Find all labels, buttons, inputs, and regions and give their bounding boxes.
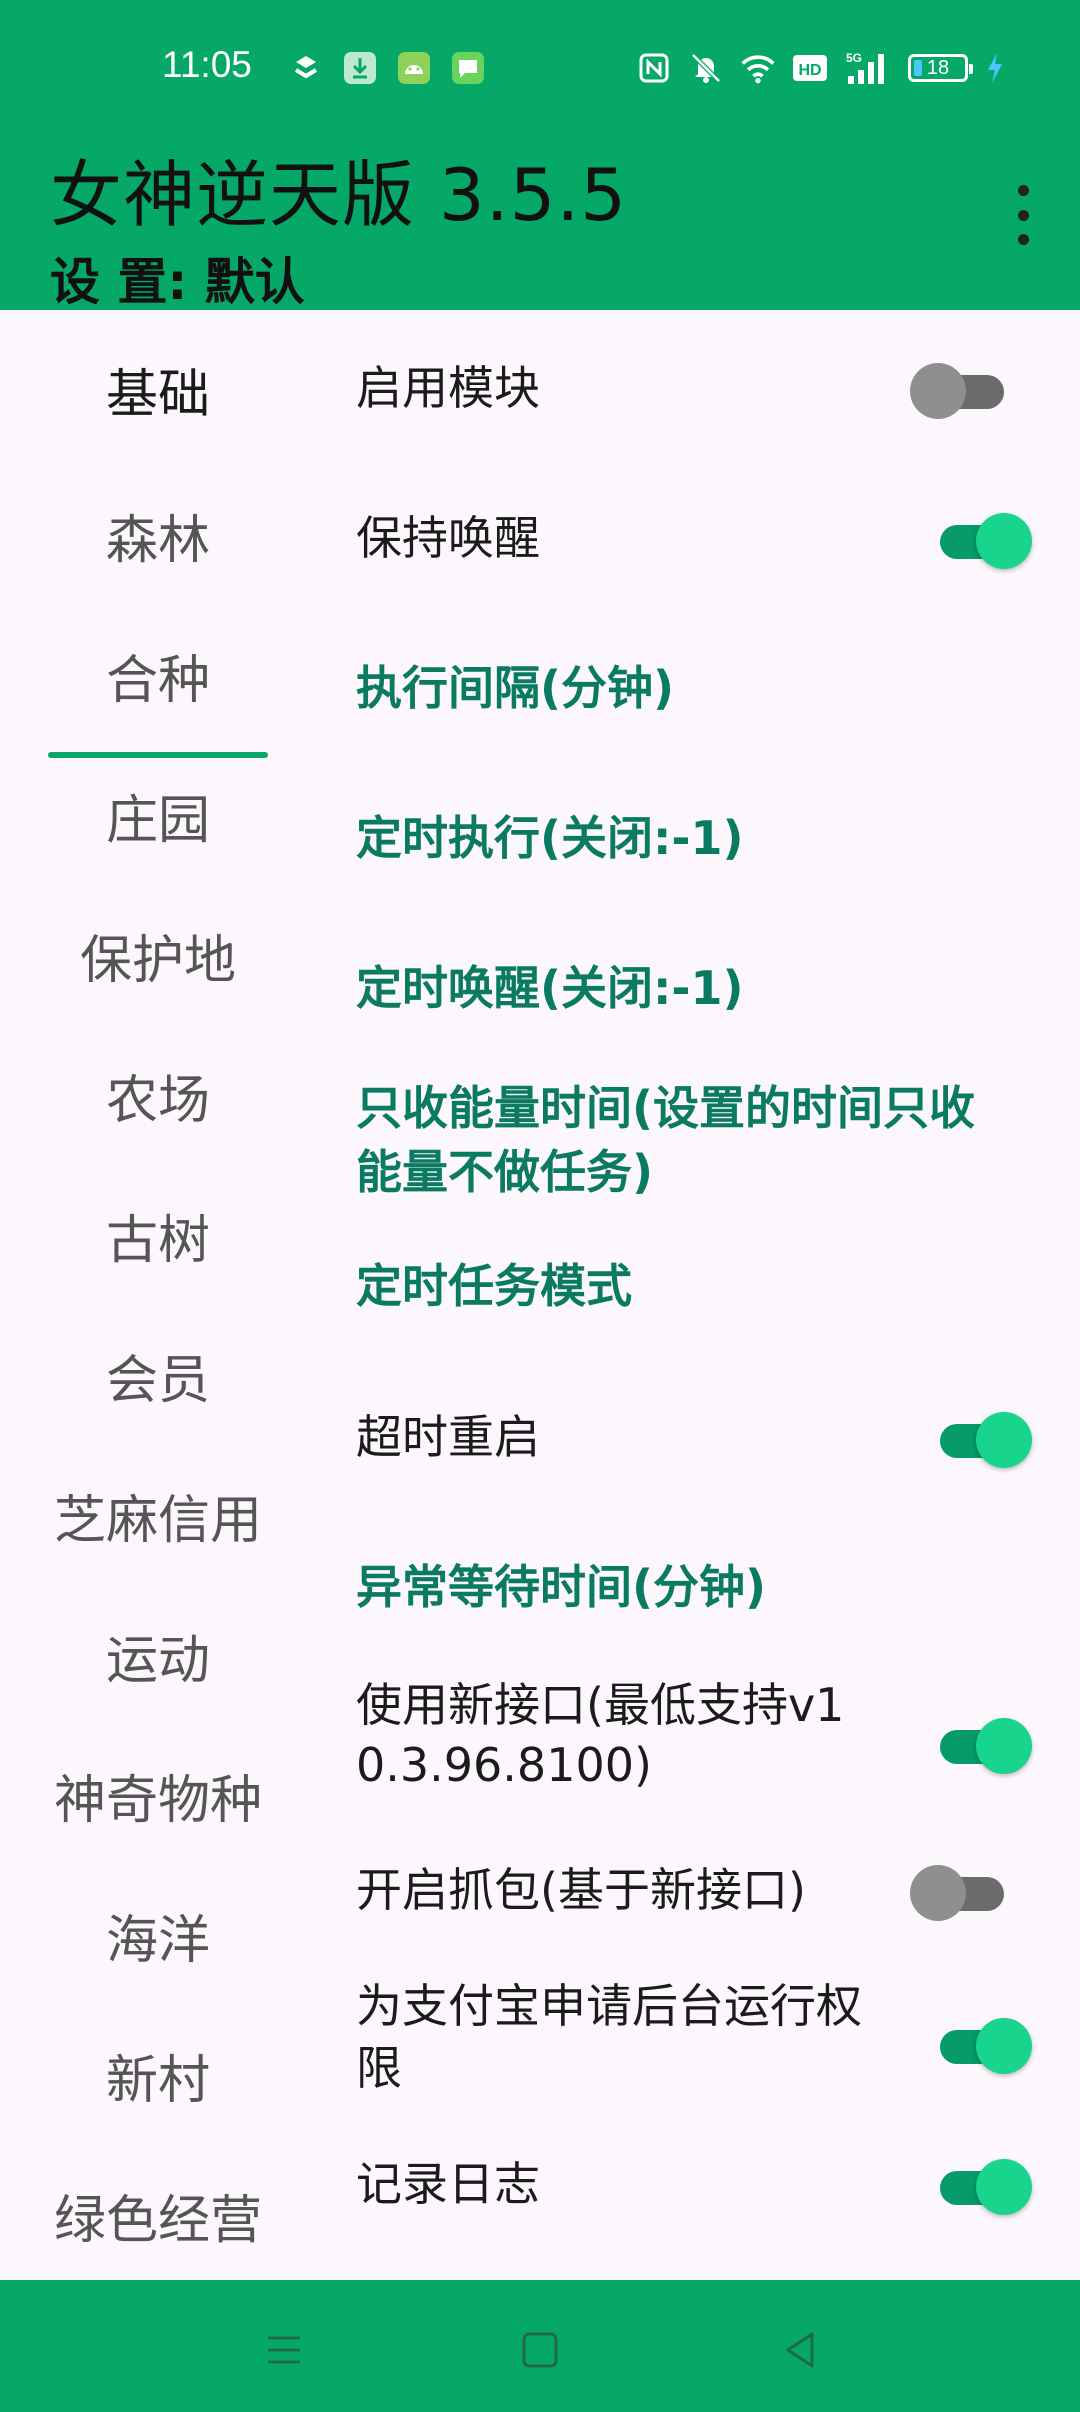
status-time: 11:05 (162, 44, 252, 85)
setting-label: 使用新接口(最低支持v10.3.96.8100) (356, 1678, 845, 1792)
tab-reserve[interactable]: 保护地 (0, 918, 316, 993)
battery-icon: 18 (908, 54, 973, 82)
setting-new-api[interactable]: 使用新接口(最低支持v10.3.96.8100) (356, 1675, 1036, 1815)
android-icon (396, 50, 432, 86)
home-icon[interactable] (510, 2320, 570, 2380)
app-title: 女神逆天版 3.5.5 (50, 153, 628, 237)
setting-packet-capture[interactable]: 开启抓包(基于新接口) (356, 1856, 1036, 1936)
more-vert-icon (1017, 185, 1029, 196)
back-icon[interactable] (770, 2320, 830, 2380)
wifi-icon (740, 50, 776, 86)
timeout-restart-toggle[interactable] (930, 1409, 1032, 1469)
setting-timeout-restart[interactable]: 超时重启 (356, 1403, 1036, 1483)
setting-record-log[interactable]: 记录日志 (356, 2150, 1036, 2230)
setting-error-wait-time[interactable]: 异常等待时间(分钟) (356, 1553, 1036, 1633)
tab-manor[interactable]: 庄园 (0, 778, 316, 853)
setting-label: 执行间隔(分钟) (356, 661, 675, 715)
screen: 11:05 HD 5G 18 女神逆天版 3.5.5 设 置: 默认 基础 森林… (0, 0, 1080, 2412)
setting-energy-only-time[interactable]: 只收能量时间(设置的时间只收能量不做任务) (356, 1076, 1036, 1216)
setting-label: 记录日志 (356, 2157, 540, 2211)
setting-scheduled-task-mode[interactable]: 定时任务模式 (356, 1252, 1036, 1332)
record-log-toggle[interactable] (930, 2156, 1032, 2216)
download-icon (342, 50, 378, 86)
setting-enable-module[interactable]: 启用模块 (356, 354, 1036, 434)
enable-module-toggle[interactable] (910, 360, 1010, 420)
setting-label: 保持唤醒 (356, 511, 540, 565)
message-icon (450, 50, 486, 86)
new-api-toggle[interactable] (930, 1715, 1032, 1775)
setting-scheduled-execution[interactable]: 定时执行(关闭:-1) (356, 804, 1036, 884)
tab-forest[interactable]: 森林 (0, 498, 316, 573)
setting-label: 只收能量时间(设置的时间只收能量不做任务) (356, 1081, 976, 1199)
app-header: 11:05 HD 5G 18 女神逆天版 3.5.5 设 置: 默认 (0, 0, 1080, 311)
app-subtitle: 设 置: 默认 (50, 253, 305, 311)
status-right-icons: HD 5G 18 (636, 50, 1006, 86)
packet-capture-toggle[interactable] (910, 1862, 1010, 1922)
nfc-icon (636, 50, 672, 86)
active-tab-indicator (48, 752, 268, 758)
setting-label: 开启抓包(基于新接口) (356, 1863, 806, 1917)
system-nav-bar (0, 2280, 1080, 2412)
charging-icon (984, 50, 1006, 86)
tab-member[interactable]: 会员 (0, 1338, 316, 1413)
setting-background-permission[interactable]: 为支付宝申请后台运行权限 (356, 1975, 1036, 2115)
setting-keep-awake[interactable]: 保持唤醒 (356, 504, 1036, 584)
mute-icon (688, 50, 724, 86)
category-sidebar: 基础 森林 合种 庄园 保护地 农场 古树 会员 芝麻信用 运动 神奇物种 海洋… (0, 310, 316, 2280)
hd-icon: HD (792, 50, 828, 86)
setting-label: 定时唤醒(关闭:-1) (356, 961, 744, 1015)
tab-sesame-credit[interactable]: 芝麻信用 (0, 1478, 316, 1553)
setting-label: 超时重启 (356, 1410, 540, 1464)
status-left-icons (288, 50, 486, 86)
settings-list: 启用模块 保持唤醒 执行间隔(分钟) 定时执行(关闭:-1) 定时唤醒(关闭:-… (356, 310, 1080, 2280)
setting-label: 为支付宝申请后台运行权限 (356, 1979, 862, 2095)
nfc-tag-icon (288, 50, 324, 86)
signal-5g-icon: 5G (844, 50, 892, 86)
tab-cooperative[interactable]: 合种 (0, 638, 316, 713)
status-bar: 11:05 HD 5G 18 (0, 0, 1080, 140)
tab-magic-species[interactable]: 神奇物种 (0, 1758, 316, 1833)
tab-ancient-tree[interactable]: 古树 (0, 1198, 316, 1273)
setting-label: 异常等待时间(分钟) (356, 1560, 767, 1614)
background-permission-toggle[interactable] (930, 2015, 1032, 2075)
battery-level: 18 (926, 56, 950, 79)
tab-farm[interactable]: 农场 (0, 1058, 316, 1133)
setting-scheduled-wakeup[interactable]: 定时唤醒(关闭:-1) (356, 954, 1036, 1034)
svg-text:HD: HD (798, 62, 821, 79)
svg-text:5G: 5G (846, 51, 862, 65)
setting-label: 定时任务模式 (356, 1259, 632, 1313)
keep-awake-toggle[interactable] (930, 510, 1032, 570)
tab-green-business[interactable]: 绿色经营 (0, 2178, 316, 2253)
setting-label: 定时执行(关闭:-1) (356, 811, 744, 865)
overflow-menu-button[interactable] (1008, 185, 1038, 245)
setting-execution-interval[interactable]: 执行间隔(分钟) (356, 654, 1036, 734)
menu-icon[interactable] (254, 2320, 314, 2380)
tab-sport[interactable]: 运动 (0, 1618, 316, 1693)
tab-basic[interactable]: 基础 (0, 352, 316, 427)
tab-ocean[interactable]: 海洋 (0, 1898, 316, 1973)
tab-new-village[interactable]: 新村 (0, 2038, 316, 2113)
setting-label: 启用模块 (356, 361, 540, 415)
